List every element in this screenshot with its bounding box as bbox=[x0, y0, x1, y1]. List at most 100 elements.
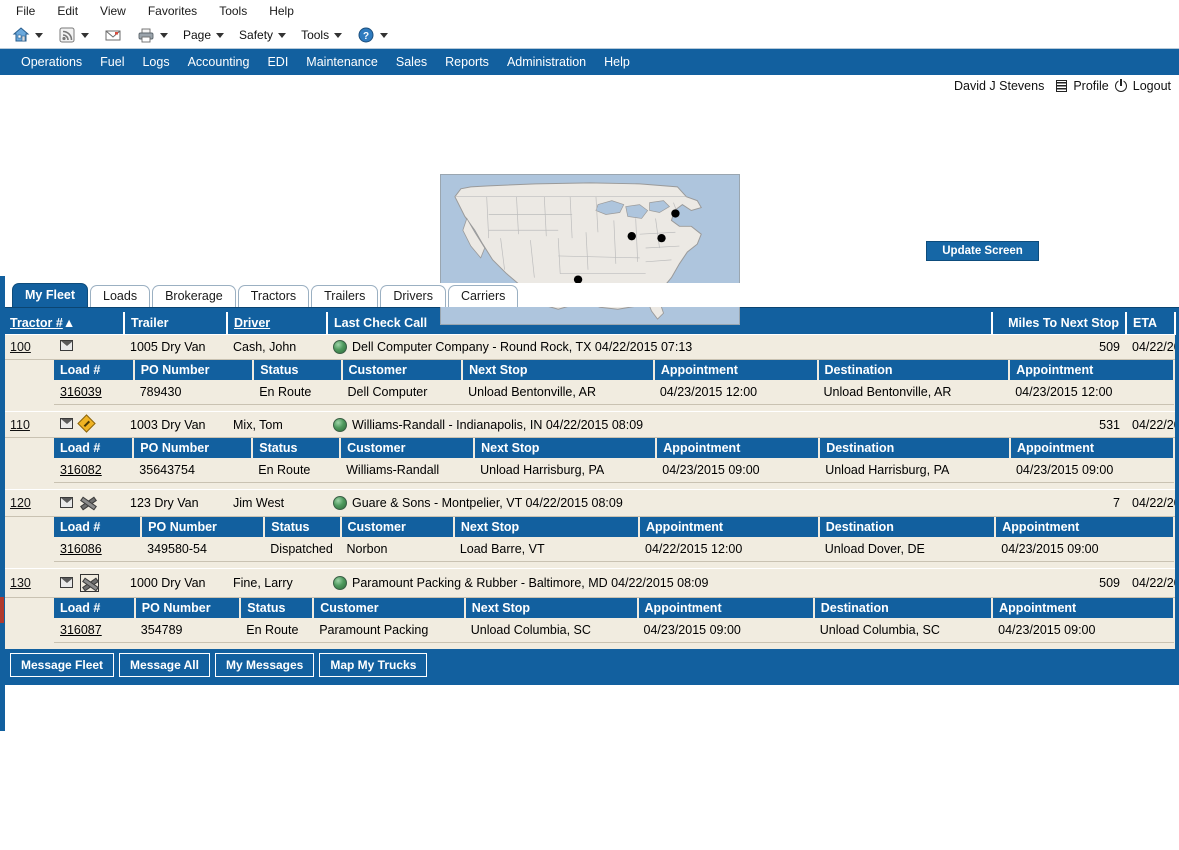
help-menu[interactable]: ? bbox=[357, 26, 388, 44]
load-row[interactable]: 316086 349580-54 Dispatched Norbon Load … bbox=[54, 537, 1174, 562]
load-header-customer[interactable]: Customer bbox=[341, 517, 454, 537]
load-header-appointment[interactable]: Appointment bbox=[654, 360, 818, 380]
load-header-status[interactable]: Status bbox=[264, 517, 340, 537]
tab-carriers[interactable]: Carriers bbox=[448, 285, 518, 307]
feeds-button[interactable] bbox=[58, 26, 89, 44]
tools-icon-boxed[interactable] bbox=[80, 574, 99, 592]
map-my-trucks-button[interactable]: Map My Trucks bbox=[319, 653, 427, 677]
load-number-cell[interactable]: 316039 bbox=[54, 380, 134, 405]
globe-icon[interactable] bbox=[333, 496, 347, 510]
nav-sales[interactable]: Sales bbox=[387, 52, 436, 72]
table-row[interactable]: 100 1005 Dry Van Cash, John Dell Compute… bbox=[4, 335, 1175, 360]
load-header-po[interactable]: PO Number bbox=[133, 438, 252, 458]
load-header-next-stop[interactable]: Next Stop bbox=[454, 517, 639, 537]
load-number-cell[interactable]: 316087 bbox=[54, 618, 135, 643]
load-header-appointment[interactable]: Appointment bbox=[638, 598, 814, 618]
table-row[interactable]: 120 123 Dry Van Jim West Guare & Sons - … bbox=[4, 490, 1175, 517]
load-header-status[interactable]: Status bbox=[253, 360, 341, 380]
load-header-load[interactable]: Load # bbox=[54, 438, 133, 458]
load-header-status[interactable]: Status bbox=[252, 438, 340, 458]
table-row[interactable]: 110 1003 Dry Van Mix, Tom Williams-Randa… bbox=[4, 412, 1175, 438]
load-header-destination[interactable]: Destination bbox=[814, 598, 992, 618]
page-menu[interactable]: Page bbox=[183, 28, 224, 42]
nav-reports[interactable]: Reports bbox=[436, 52, 498, 72]
header-tractor[interactable]: Tractor #▲ bbox=[4, 312, 124, 335]
menu-edit[interactable]: Edit bbox=[55, 3, 80, 19]
tools-dropdown-arrow[interactable] bbox=[334, 33, 342, 38]
profile-list-icon[interactable] bbox=[1056, 80, 1067, 92]
message-fleet-button[interactable]: Message Fleet bbox=[10, 653, 114, 677]
load-row[interactable]: 316082 35643754 En Route Williams-Randal… bbox=[54, 458, 1174, 483]
tab-trailers[interactable]: Trailers bbox=[311, 285, 378, 307]
load-header-load[interactable]: Load # bbox=[54, 360, 134, 380]
nav-help[interactable]: Help bbox=[595, 52, 639, 72]
header-trailer[interactable]: Trailer bbox=[124, 312, 227, 335]
globe-icon[interactable] bbox=[333, 418, 347, 432]
tractor-number-cell[interactable]: 130 bbox=[4, 568, 54, 597]
nav-logs[interactable]: Logs bbox=[133, 52, 178, 72]
tab-brokerage[interactable]: Brokerage bbox=[152, 285, 236, 307]
tractor-number-cell[interactable]: 120 bbox=[4, 490, 54, 517]
tractor-number-cell[interactable]: 110 bbox=[4, 412, 54, 438]
menu-view[interactable]: View bbox=[98, 3, 128, 19]
load-header-customer[interactable]: Customer bbox=[340, 438, 474, 458]
load-header-next-stop[interactable]: Next Stop bbox=[474, 438, 656, 458]
load-header-customer[interactable]: Customer bbox=[342, 360, 463, 380]
print-dropdown-arrow[interactable] bbox=[160, 33, 168, 38]
message-all-button[interactable]: Message All bbox=[119, 653, 210, 677]
load-header-status[interactable]: Status bbox=[240, 598, 313, 618]
load-header-load[interactable]: Load # bbox=[54, 517, 141, 537]
home-dropdown-arrow[interactable] bbox=[35, 33, 43, 38]
page-dropdown-arrow[interactable] bbox=[216, 33, 224, 38]
safety-dropdown-arrow[interactable] bbox=[278, 33, 286, 38]
tab-tractors[interactable]: Tractors bbox=[238, 285, 309, 307]
tools-menu[interactable]: Tools bbox=[301, 28, 342, 42]
globe-icon[interactable] bbox=[333, 340, 347, 354]
envelope-icon[interactable] bbox=[60, 340, 73, 351]
load-header-appointment2[interactable]: Appointment bbox=[1009, 360, 1174, 380]
table-row[interactable]: 130 1000 Dry Van Fine, Larry Paramount P… bbox=[4, 568, 1175, 597]
nav-administration[interactable]: Administration bbox=[498, 52, 595, 72]
warning-diamond-icon[interactable] bbox=[77, 414, 95, 432]
nav-operations[interactable]: Operations bbox=[12, 52, 91, 72]
load-header-appointment2[interactable]: Appointment bbox=[992, 598, 1174, 618]
power-icon[interactable] bbox=[1115, 80, 1127, 92]
tractor-number-cell[interactable]: 100 bbox=[4, 335, 54, 360]
mail-button[interactable] bbox=[104, 26, 122, 44]
load-header-appointment2[interactable]: Appointment bbox=[995, 517, 1174, 537]
load-header-destination[interactable]: Destination bbox=[819, 438, 1010, 458]
load-header-po[interactable]: PO Number bbox=[141, 517, 264, 537]
load-row[interactable]: 316087 354789 En Route Paramount Packing… bbox=[54, 618, 1174, 643]
tab-my-fleet[interactable]: My Fleet bbox=[12, 283, 88, 307]
envelope-icon[interactable] bbox=[60, 497, 73, 508]
globe-icon[interactable] bbox=[333, 576, 347, 590]
feeds-dropdown-arrow[interactable] bbox=[81, 33, 89, 38]
profile-link[interactable]: Profile bbox=[1073, 79, 1108, 93]
load-header-po[interactable]: PO Number bbox=[135, 598, 240, 618]
tab-loads[interactable]: Loads bbox=[90, 285, 150, 307]
load-header-appointment[interactable]: Appointment bbox=[639, 517, 819, 537]
load-header-load[interactable]: Load # bbox=[54, 598, 135, 618]
header-driver[interactable]: Driver bbox=[227, 312, 327, 335]
load-number-cell[interactable]: 316086 bbox=[54, 537, 141, 562]
menu-file[interactable]: File bbox=[14, 3, 37, 19]
load-header-next-stop[interactable]: Next Stop bbox=[465, 598, 638, 618]
safety-menu[interactable]: Safety bbox=[239, 28, 286, 42]
nav-edi[interactable]: EDI bbox=[258, 52, 297, 72]
load-header-destination[interactable]: Destination bbox=[819, 517, 995, 537]
load-row[interactable]: 316039 789430 En Route Dell Computer Unl… bbox=[54, 380, 1174, 405]
my-messages-button[interactable]: My Messages bbox=[215, 653, 314, 677]
header-eta[interactable]: ETA bbox=[1126, 312, 1175, 335]
load-header-destination[interactable]: Destination bbox=[818, 360, 1010, 380]
load-header-po[interactable]: PO Number bbox=[134, 360, 254, 380]
load-number-cell[interactable]: 316082 bbox=[54, 458, 133, 483]
help-dropdown-arrow[interactable] bbox=[380, 33, 388, 38]
logout-link[interactable]: Logout bbox=[1133, 79, 1171, 93]
home-button[interactable] bbox=[12, 26, 43, 44]
nav-accounting[interactable]: Accounting bbox=[179, 52, 259, 72]
print-button[interactable] bbox=[137, 26, 168, 44]
envelope-icon[interactable] bbox=[60, 577, 73, 588]
menu-tools[interactable]: Tools bbox=[217, 3, 249, 19]
tools-icon[interactable] bbox=[80, 495, 95, 509]
nav-fuel[interactable]: Fuel bbox=[91, 52, 133, 72]
